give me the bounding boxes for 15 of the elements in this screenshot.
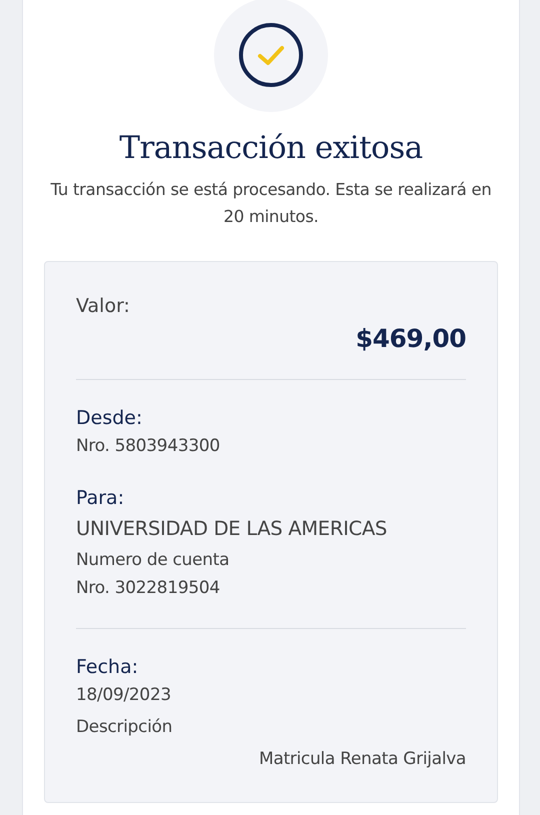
from-account: Nro. 5803943300 (76, 435, 221, 458)
success-title: Transacción exitosa (119, 130, 423, 166)
amount-label: Valor: (76, 294, 131, 319)
recipient-name: UNIVERSIDAD DE LAS AMERICAS (76, 516, 388, 542)
date-value: 18/09/2023 (76, 684, 172, 707)
amount-value: $469,00 (356, 324, 466, 353)
description-value: Matricula Renata Grijalva (258, 748, 466, 771)
from-label: Desde: (76, 406, 144, 431)
description-label: Descripción (76, 716, 174, 739)
date-label: Fecha: (76, 655, 140, 680)
account-label: Numero de cuenta (76, 549, 230, 572)
to-account: Nro. 3022819504 (76, 577, 221, 600)
check-circle-icon (238, 22, 304, 88)
to-label: Para: (76, 486, 126, 511)
status-message: Tu transacción se está procesando. Esta se realizará en 20 minutos. (50, 179, 492, 228)
